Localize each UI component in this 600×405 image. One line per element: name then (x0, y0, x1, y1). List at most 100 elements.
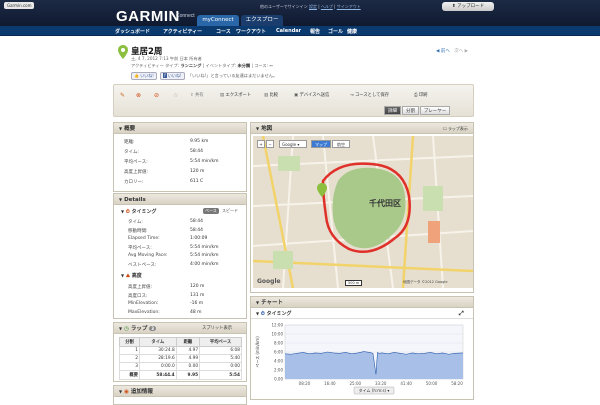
timing-value: 58:44 (190, 227, 203, 233)
timing-chart-subheader[interactable]: ▼ ⏱ タイミング ⤢ (251, 309, 473, 319)
help-link[interactable]: ヘルプ (321, 4, 333, 9)
laps-header[interactable]: ▼ ◷ ラップ 3 スプリット表示 (114, 323, 246, 334)
laps-column-header[interactable]: 分割 (119, 337, 140, 347)
timing-value: 1:00:09 (190, 236, 208, 241)
nav-activities[interactable]: アクティビティー (163, 28, 202, 35)
like-text: 「いいね!」と言っている友達はまだいません。 (187, 73, 278, 78)
map-view-button[interactable]: マップ (311, 140, 331, 148)
nav-health[interactable]: 健康 (347, 28, 357, 35)
timing-value: 5:54 min/km (190, 253, 219, 258)
signout-link[interactable]: サインアウト (337, 4, 361, 9)
view-detail-button[interactable]: 詳細 (384, 106, 401, 115)
x-tick-label: 25:00 (350, 381, 362, 386)
elevation-icon: ⛰ (125, 273, 131, 279)
nav-calendar[interactable]: Calendar (276, 28, 301, 34)
send-device-action[interactable]: ▣ デバイスへ送信 (294, 92, 329, 98)
y-tick-label: 8:00 (274, 341, 283, 346)
prev-link[interactable]: 前へ (441, 49, 450, 54)
garmin-logo[interactable]: GARMIN (116, 8, 180, 25)
y-tick-label: 4:00 (274, 359, 283, 364)
table-row[interactable]: 1 30:24.8 4.97 6:08 (119, 346, 242, 355)
alert-icon[interactable]: ⊘ (154, 92, 159, 99)
zoom-out-button[interactable]: − (266, 140, 274, 148)
elevation-label: 高度上昇値: (128, 285, 153, 290)
timing-label: ベストペース: (128, 262, 157, 268)
laps-count-badge: 3 (149, 326, 157, 331)
prev-next-nav: ◀ 前へ 次へ ▶ (436, 48, 468, 54)
nav-courses[interactable]: コース (216, 28, 231, 35)
chart-header[interactable]: ▼ チャート (251, 297, 473, 308)
lap-cell: 0:00 (199, 362, 242, 371)
settings-link[interactable]: 設定 (309, 4, 317, 9)
pace-toggle[interactable]: ペース (203, 208, 219, 214)
elevation-value: 131 m (190, 292, 205, 298)
delete-icon[interactable]: ⊗ (136, 92, 141, 99)
split-view-link[interactable]: スプリット表示 (202, 323, 232, 334)
summary-heading: 概要 (124, 126, 136, 132)
nav-dashboard[interactable]: ダッシュボード (115, 28, 150, 35)
view-split-button[interactable]: 分割 (402, 106, 419, 115)
course-value[interactable]: -- (269, 63, 272, 68)
details-heading: Details (124, 197, 146, 203)
thumbs-up-icon: 👍 (134, 73, 139, 78)
lap-toggle[interactable]: ☐ ラップ表示 (443, 123, 468, 134)
satellite-view-button[interactable]: 航空 (332, 140, 350, 148)
tab-myconnect[interactable]: myConnect (197, 15, 239, 26)
export-action[interactable]: ▤ エクスポート (220, 92, 251, 98)
speed-toggle[interactable]: スピード (220, 208, 240, 214)
x-axis-label: タイム (h:m:s) ▾ (359, 387, 390, 393)
upload-button[interactable]: ⬆ アップロード (442, 2, 494, 11)
elevation-subheader[interactable]: ▼ ⛰ 高度 (121, 272, 142, 279)
details-header[interactable]: ▼ Details (114, 194, 246, 205)
share-action[interactable]: ⇪ 共有 (190, 92, 204, 98)
collapse-icon: ▼ (256, 300, 260, 305)
next-link[interactable]: 次へ (454, 49, 463, 54)
type-value[interactable]: ランニング (180, 63, 201, 68)
tab-explore[interactable]: エクスプロー (241, 15, 283, 26)
y-tick-label: 6:00 (274, 350, 283, 355)
expand-icon[interactable]: ⤢ (459, 309, 464, 319)
like-button[interactable]: 👍 いいね! (131, 72, 157, 80)
nav-workouts[interactable]: ワークアウト (236, 28, 266, 35)
map-scale: 500 m (345, 280, 363, 286)
table-row[interactable]: 3 0:00.0 0.00 0:00 (119, 362, 242, 371)
timing-subheader[interactable]: ▼ ⏱ タイミング (121, 208, 157, 215)
facebook-like-button[interactable]: f いいね! (160, 72, 185, 80)
timing-label: Avg Moving Pace: (128, 253, 168, 258)
map-header[interactable]: ▼ 地図 ☐ ラップ表示 (251, 123, 473, 134)
view-player-button[interactable]: プレーヤー (420, 106, 450, 115)
map-type-select[interactable]: Google ▾ (279, 140, 307, 148)
nav-goals[interactable]: ゴール (328, 28, 343, 35)
laps-heading: ラップ (130, 326, 148, 332)
compare-label: 比較 (269, 93, 279, 98)
lap-cell: 0.00 (175, 362, 201, 371)
garmin-com-link[interactable]: Garmin.com (4, 2, 35, 9)
lap-summary-cell: 58:44.4 (138, 370, 177, 380)
save-course-label: コースとして保存 (354, 93, 390, 98)
laps-column-header[interactable]: 距離 (175, 337, 201, 347)
save-course-action[interactable]: ↝ コースとして保存 (350, 92, 389, 98)
prev-icon: ◀ (436, 49, 440, 54)
summary-value: 9.95 km (190, 139, 209, 144)
edit-icon[interactable]: ✎ (120, 92, 125, 99)
laps-column-header[interactable]: 平均ペース (199, 337, 242, 347)
extra-heading: 追加情報 (130, 389, 153, 395)
summary-header[interactable]: ▼ 概要 (114, 123, 246, 134)
laps-column-header[interactable]: タイム (138, 337, 177, 347)
print-action[interactable]: ⎙ 印刷 (414, 92, 427, 98)
summary-label: 距離: (124, 140, 135, 145)
lap-cell: 1 (119, 346, 140, 355)
lap-cell: 4.97 (175, 346, 201, 355)
collapse-icon: ▼ (256, 311, 260, 316)
nav-reports[interactable]: 報告 (310, 28, 320, 35)
star-icon[interactable]: ☆ (173, 92, 178, 99)
table-row[interactable]: 2 28:19.6 4.99 5:40 (119, 354, 242, 363)
map-copyright: 地図データ ©2012 Google (403, 280, 448, 284)
event-value[interactable]: 未分類 (238, 63, 251, 68)
compare-action[interactable]: ▥ 比較 (264, 92, 278, 98)
laps-icon: ◷ (124, 326, 129, 332)
lap-cell: 30:24.8 (138, 346, 177, 355)
zoom-in-button[interactable]: + (257, 140, 265, 148)
extra-header[interactable]: ▼ ◉ 追加情報 (114, 386, 246, 397)
route-map[interactable]: + − Google ▾ マップ 航空 千代田区 Google 500 m 地図… (253, 136, 473, 288)
